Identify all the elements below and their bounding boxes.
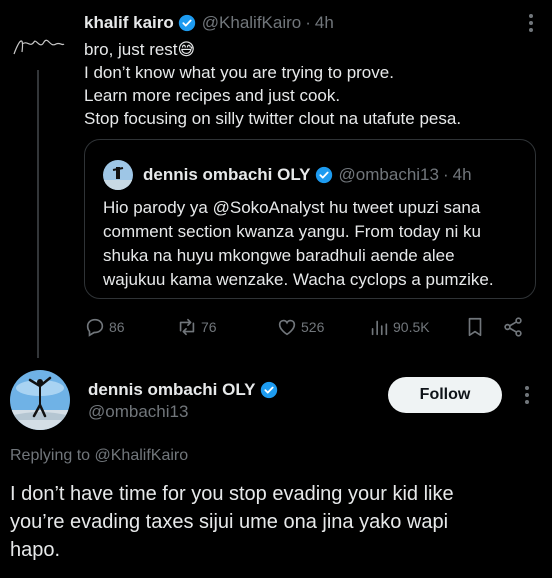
separator-dot: · (305, 13, 311, 32)
reply-count: 86 (109, 319, 125, 335)
follow-button[interactable]: Follow (388, 377, 502, 413)
separator-dot: · (442, 165, 449, 184)
parent-tweet-text: bro, just rest😅 I don’t know what you ar… (84, 38, 534, 130)
quote-text: Hio parody ya @SokoAnalyst hu tweet upuz… (103, 196, 523, 292)
quote-header: dennis ombachi OLY @ombachi13 · 4h (103, 160, 472, 190)
reply-author-name[interactable]: dennis ombachi OLY (88, 380, 256, 400)
reply-icon (86, 318, 104, 337)
tweet-line: Stop focusing on silly twitter clout na … (84, 109, 462, 128)
replying-handle[interactable]: @KhalifKairo (95, 447, 189, 464)
views-button[interactable]: 90.5K (368, 316, 430, 338)
bookmark-button[interactable] (464, 316, 489, 338)
quoted-tweet-card[interactable]: dennis ombachi OLY @ombachi13 · 4h Hio p… (84, 139, 536, 299)
quote-line: Hio parody ya @SokoAnalyst hu tweet upuz… (103, 198, 481, 217)
quote-line: wajukuu kama wenzake. Wacha cyclops a pu… (103, 270, 494, 289)
repost-button[interactable]: 76 (176, 316, 217, 338)
bookmark-icon (468, 317, 482, 337)
verified-icon (260, 381, 277, 399)
like-count: 526 (301, 319, 325, 335)
author-name[interactable]: khalif kairo (84, 13, 174, 33)
more-icon[interactable] (524, 386, 530, 406)
thread-line (37, 70, 39, 358)
quote-line: comment section kwanza yangu. From today… (103, 222, 481, 241)
views-count: 90.5K (393, 319, 430, 335)
khalif-avatar[interactable] (10, 28, 66, 62)
like-button[interactable]: 526 (276, 316, 324, 338)
reply-author-handle[interactable]: @ombachi13 (88, 402, 188, 422)
reply-line: I don’t have time for you stop evading y… (10, 483, 454, 505)
reply-button[interactable]: 86 (84, 316, 125, 338)
tweet-line: bro, just rest😅 (84, 40, 196, 59)
tweet-time[interactable]: 4h (315, 13, 334, 33)
share-button[interactable] (502, 316, 527, 338)
quote-avatar (103, 160, 133, 190)
tweet-line: I don’t know what you are trying to prov… (84, 63, 394, 82)
replying-to: Replying to @KhalifKairo (10, 447, 188, 465)
more-icon[interactable] (528, 14, 534, 34)
reply-author-avatar[interactable] (10, 370, 70, 430)
reply-author-name-row: dennis ombachi OLY (88, 380, 284, 400)
reply-line: hapo. (10, 539, 61, 561)
repost-count: 76 (201, 319, 217, 335)
quote-author-handle: @ombachi13 (338, 165, 439, 184)
tweet-line: Learn more recipes and just cook. (84, 86, 341, 105)
verified-icon (315, 166, 332, 184)
parent-tweet-header: khalif kairo @KhalifKairo · 4h (84, 10, 512, 36)
author-handle[interactable]: @KhalifKairo (202, 13, 301, 33)
views-icon (371, 320, 388, 336)
quote-author-name: dennis ombachi OLY (143, 165, 311, 184)
quote-line: shuka na huyu mkongwe baradhuli aende al… (103, 246, 455, 265)
reply-line: you’re evading taxes sijui ume ona jina … (10, 511, 449, 533)
like-icon (278, 319, 296, 336)
replying-prefix: Replying to (10, 447, 91, 464)
action-bar: 86 76 526 90.5K (84, 316, 536, 340)
share-icon (504, 317, 522, 337)
repost-icon (179, 318, 195, 336)
reply-tweet-text: I don’t have time for you stop evading y… (10, 480, 542, 564)
quote-time: 4h (452, 165, 472, 184)
verified-icon (178, 14, 195, 32)
